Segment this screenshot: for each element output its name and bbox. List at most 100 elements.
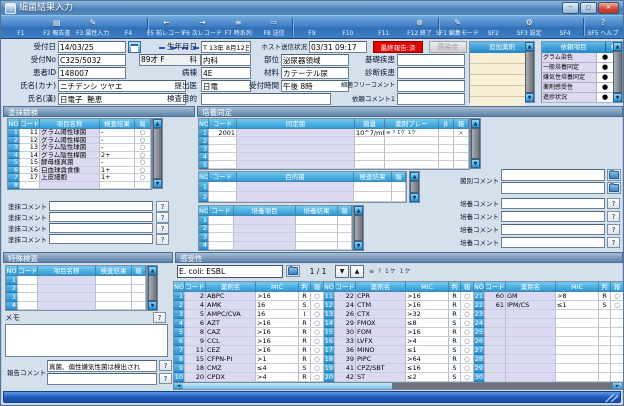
smear-comment-input[interactable] (49, 234, 153, 244)
cell[interactable] (556, 319, 599, 328)
cell[interactable]: 27 (474, 346, 485, 355)
cell[interactable]: 11 (185, 346, 206, 355)
request-item-row[interactable]: 一般培養同定● (542, 63, 613, 73)
cell[interactable] (354, 192, 392, 202)
cell[interactable] (38, 285, 96, 294)
help-button[interactable]: ? (159, 360, 172, 371)
cell[interactable] (38, 293, 96, 302)
cell[interactable] (611, 337, 624, 346)
cell[interactable]: R (599, 292, 611, 301)
cell[interactable] (506, 328, 556, 337)
toolbar-button-sf2[interactable]: SF2 (475, 16, 511, 38)
cell[interactable]: S (449, 346, 461, 355)
cell[interactable]: 10^7/ml (355, 129, 385, 137)
cell[interactable] (132, 285, 146, 294)
cell[interactable]: 4 (6, 302, 18, 311)
free-comment-input[interactable] (397, 80, 465, 92)
toolbar-button-f4[interactable]: F4 (111, 16, 147, 38)
request-item-row[interactable]: 嫌気性培養同定● (542, 73, 613, 83)
toolbar-button-f8[interactable]: ⇨F8 送信 (256, 16, 292, 38)
diagnosis-disease-input[interactable] (397, 67, 465, 79)
cell[interactable]: 8 (174, 355, 185, 364)
cell[interactable] (385, 137, 439, 145)
cell[interactable]: R (299, 319, 311, 328)
cell[interactable] (556, 346, 599, 355)
cell[interactable]: 酵母様真菌 (40, 159, 100, 167)
help-button[interactable]: ? (156, 201, 169, 212)
cell[interactable]: S (599, 301, 611, 310)
cell[interactable]: FMOX (356, 319, 406, 328)
cell[interactable] (96, 293, 132, 302)
cell[interactable]: >16 (406, 292, 449, 301)
cell[interactable] (611, 319, 624, 328)
cell[interactable]: ≤4 (256, 364, 299, 373)
cell[interactable] (506, 337, 556, 346)
cell[interactable] (392, 192, 406, 202)
cell[interactable]: 1 (199, 129, 209, 137)
cell[interactable]: AMPC/CVA (206, 310, 256, 319)
request-item-row[interactable]: 進捗状況● (542, 93, 613, 103)
cell[interactable]: 9 (185, 337, 206, 346)
page-up-icon[interactable]: ▲ (350, 265, 364, 278)
cell[interactable]: 17 (324, 346, 335, 355)
purpose-input[interactable] (201, 93, 331, 105)
scroll-right-icon[interactable]: ► (613, 383, 622, 389)
toolbar-button-f2[interactable]: ▤F2 報告書 (39, 16, 75, 38)
cell[interactable]: ≤1 (406, 346, 449, 355)
toolbar-button-f12[interactable]: ⊗F12 終了 (402, 16, 438, 38)
cell[interactable] (40, 182, 100, 190)
cell[interactable]: ○ (461, 337, 474, 346)
culture-comment-input[interactable] (501, 224, 605, 235)
base-disease-input[interactable] (397, 54, 465, 66)
cell[interactable] (556, 364, 599, 373)
cell[interactable]: - (100, 137, 135, 145)
cell[interactable] (96, 285, 132, 294)
cell[interactable]: 15 (185, 355, 206, 364)
cell[interactable]: >16 (406, 301, 449, 310)
cell[interactable]: >64 (406, 355, 449, 364)
cell[interactable]: 1 (199, 216, 209, 225)
scroll-up-icon[interactable]: ▲ (153, 119, 162, 128)
cell[interactable]: 2+ (100, 152, 135, 160)
cell[interactable] (392, 182, 406, 192)
cell[interactable]: 4 (174, 319, 185, 328)
cell[interactable]: 36 (335, 346, 356, 355)
smear-table-scrollbar[interactable]: ▲▼ (152, 118, 163, 189)
cell[interactable]: ABPC (206, 292, 256, 301)
scroll-thumb[interactable] (471, 128, 480, 159)
host-status-input[interactable] (309, 41, 367, 53)
cell[interactable]: ○ (135, 159, 151, 167)
cell[interactable]: 1 (8, 129, 20, 137)
cell[interactable] (209, 145, 237, 153)
scroll-up-icon[interactable]: ▲ (148, 266, 157, 275)
cell[interactable]: ○ (135, 152, 151, 160)
request-item-row[interactable]: 薬剤感受性● (542, 83, 613, 93)
cell[interactable] (237, 161, 355, 169)
cell[interactable] (237, 129, 355, 137)
cell[interactable]: 上皮細胞 (40, 174, 100, 182)
cell[interactable] (20, 182, 40, 190)
scroll-left-icon[interactable]: ◄ (174, 383, 183, 389)
cell[interactable]: 14 (20, 152, 40, 160)
cell[interactable]: 15 (20, 159, 40, 167)
cell[interactable]: ≡ ? 1ケ 1ケ (385, 129, 439, 137)
additional-drug-row[interactable] (470, 86, 525, 97)
bacteria-comment-input[interactable] (501, 182, 605, 194)
cell[interactable] (355, 137, 385, 145)
cell[interactable]: 13 (20, 144, 40, 152)
patient-id-input[interactable] (58, 67, 126, 79)
cell[interactable] (355, 145, 385, 153)
cell[interactable] (209, 192, 237, 202)
cell[interactable]: 2 (174, 301, 185, 310)
cell[interactable]: CFPN-PI (206, 355, 256, 364)
toolbar-button-f5[interactable]: ←F5 前レコード (149, 16, 185, 38)
cell[interactable]: 11 (324, 292, 335, 301)
cell[interactable] (234, 242, 296, 251)
toolbar-button-sf5[interactable]: ?SF5 ヘルプ (585, 16, 621, 38)
cell[interactable]: R (449, 301, 461, 310)
cell[interactable]: ○ (461, 355, 474, 364)
cell[interactable]: 4 (185, 301, 206, 310)
birth-date-input[interactable] (201, 41, 251, 53)
help-button[interactable]: ? (607, 198, 620, 209)
toolbar-button-sf3[interactable]: ⚙SF3 設定 (511, 16, 547, 38)
